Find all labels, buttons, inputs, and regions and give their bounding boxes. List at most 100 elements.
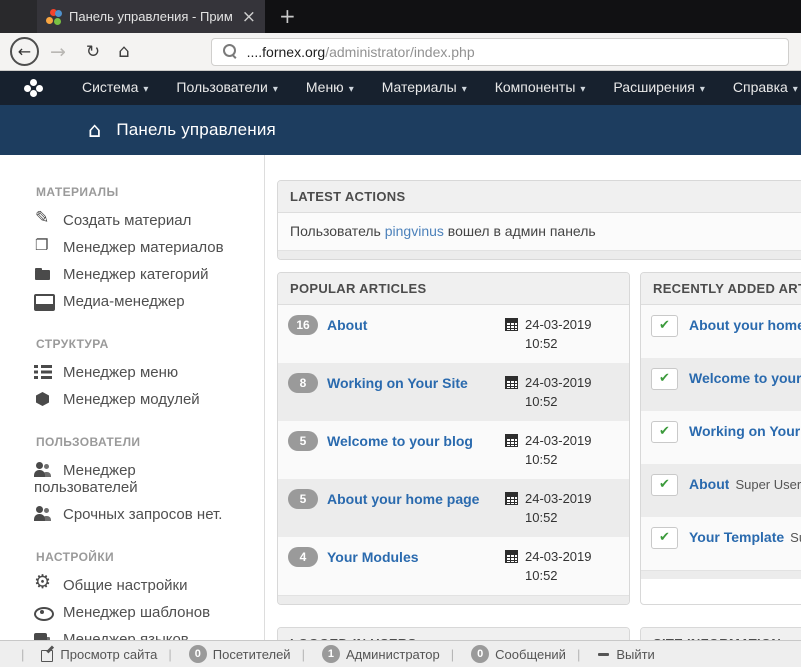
article-link[interactable]: Working on Your Site	[689, 421, 801, 442]
caret-down-icon: ▾	[462, 84, 467, 95]
url-host: ....fornex.org	[247, 44, 326, 60]
page-title: Панель управления	[116, 120, 276, 140]
article-link[interactable]: About	[689, 474, 729, 495]
nav-menu-item[interactable]: Система ▾	[68, 70, 162, 107]
status-item[interactable]: 1 Администратор	[291, 645, 440, 663]
image-icon	[34, 293, 54, 309]
back-button[interactable]: ←	[10, 37, 39, 66]
url-bar[interactable]: ....fornex.org/administrator/index.php	[211, 38, 789, 66]
sidebar-item-label: Медиа-менеджер	[63, 293, 185, 310]
users-icon	[34, 462, 54, 478]
sidebar-section-users: ПОЛЬЗОВАТЕЛИ Менеджер пользователей Сроч…	[0, 435, 264, 528]
nav-menu-item[interactable]: Пользователи▾	[162, 70, 291, 107]
article-date: 24-03-201910:52	[505, 315, 619, 353]
status-item[interactable]: Просмотр сайта	[10, 647, 157, 662]
article-row: ✔ About your home page	[641, 305, 801, 358]
sidebar-item[interactable]: Медиа-менеджер	[0, 288, 264, 315]
sidebar-item[interactable]: Менеджер шаблонов	[0, 599, 264, 626]
article-link[interactable]: About	[327, 315, 367, 336]
home-button[interactable]: ⌂	[118, 41, 129, 62]
count-badge: 0	[189, 645, 207, 663]
tab-close-icon[interactable]: ×	[242, 9, 256, 25]
eye-icon	[34, 604, 54, 620]
caret-down-icon: ▾	[273, 84, 278, 95]
admin-sidebar: МАТЕРИАЛЫ Создать материал Менеджер мате…	[0, 155, 265, 640]
url-path: /administrator/index.php	[325, 44, 474, 60]
tab-title: Панель управления - Прим	[69, 9, 235, 24]
publish-check-button[interactable]: ✔	[651, 474, 678, 496]
time-text: 10:52	[525, 566, 592, 585]
publish-check-button[interactable]: ✔	[651, 315, 678, 337]
article-link[interactable]: Your Modules	[327, 547, 419, 568]
nav-item-label: Меню	[306, 79, 344, 95]
sidebar-section-title: СТРУКТУРА	[36, 337, 264, 351]
publish-check-button[interactable]: ✔	[651, 421, 678, 443]
article-link[interactable]: Welcome to your blog	[689, 368, 801, 389]
status-label: Посетителей	[213, 647, 291, 662]
user-link[interactable]: pingvinus	[385, 223, 444, 239]
nav-menu-item[interactable]: Расширения▾	[599, 70, 718, 107]
hits-badge: 5	[288, 431, 318, 451]
folder-icon	[34, 266, 54, 282]
panel-title: SITE INFORMATION	[641, 628, 801, 640]
nav-item-label: Система	[82, 79, 138, 95]
content-area: МАТЕРИАЛЫ Создать материал Менеджер мате…	[0, 155, 801, 640]
site-information-panel: SITE INFORMATION	[640, 627, 801, 640]
article-link[interactable]: About your home page	[327, 489, 479, 510]
copy-icon	[34, 239, 54, 255]
calendar-icon	[505, 376, 518, 389]
popular-articles-panel: POPULAR ARTICLES 16 About 24-03-201910:5…	[277, 272, 630, 605]
sidebar-item[interactable]: Менеджер языков	[0, 626, 264, 640]
latest-action-row: Пользователь pingvinus вошел в админ пан…	[278, 213, 801, 250]
panel-footer-strip	[278, 250, 801, 259]
sidebar-item-label: Срочных запросов нет.	[63, 506, 222, 523]
caret-down-icon: ▾	[143, 84, 148, 95]
panel-title: RECENTLY ADDED ARTICLES	[641, 273, 801, 305]
list-icon	[34, 364, 54, 380]
status-item[interactable]: 0 Сообщений	[440, 645, 566, 663]
sidebar-item[interactable]: Менеджер меню	[0, 359, 264, 386]
panel-footer-strip	[641, 570, 801, 579]
sidebar-item[interactable]: Общие настройки	[0, 572, 264, 599]
caret-down-icon: ▾	[580, 84, 585, 95]
joomla-logo-icon	[24, 79, 44, 97]
nav-menu-item[interactable]: Меню ▾	[292, 70, 368, 107]
date-text: 24-03-2019	[525, 373, 592, 392]
sidebar-item[interactable]: Срочных запросов нет.	[0, 501, 264, 528]
article-row: 4 Your Modules 24-03-201910:52	[278, 537, 629, 595]
dashboard-main: LATEST ACTIONS Пользователь pingvinus во…	[265, 155, 801, 640]
reload-button[interactable]: ↻	[86, 42, 100, 62]
users-icon	[34, 506, 54, 522]
article-link[interactable]: Welcome to your blog	[327, 431, 473, 452]
gear-icon	[34, 577, 54, 593]
article-link[interactable]: Your Template	[689, 527, 784, 548]
sidebar-item[interactable]: Менеджер категорий	[0, 261, 264, 288]
nav-menu-item[interactable]: Материалы▾	[368, 70, 481, 107]
caret-down-icon: ▾	[349, 84, 354, 95]
status-item[interactable]: 0 Посетителей	[157, 645, 290, 663]
article-link[interactable]: Working on Your Site	[327, 373, 468, 394]
sidebar-item[interactable]: Менеджер модулей	[0, 386, 264, 413]
article-date: 24-03-201910:52	[505, 373, 619, 411]
caret-down-icon: ▾	[793, 84, 798, 95]
article-date: 24-03-201910:52	[505, 489, 619, 527]
sidebar-section-title: МАТЕРИАЛЫ	[36, 185, 264, 199]
page-header: ⌂ Панель управления	[0, 105, 801, 155]
article-author: Super User	[790, 527, 801, 549]
sidebar-item[interactable]: Менеджер пользователей	[0, 457, 264, 501]
article-link[interactable]: About your home page	[689, 315, 801, 336]
nav-menu-item[interactable]: Справка▾	[719, 70, 801, 107]
nav-item-label: Расширения	[613, 79, 694, 95]
calendar-icon	[505, 492, 518, 505]
sidebar-item[interactable]: Менеджер материалов	[0, 234, 264, 261]
nav-menu-item[interactable]: Компоненты▾	[481, 70, 600, 107]
sidebar-item[interactable]: Создать материал	[0, 207, 264, 234]
browser-tab[interactable]: Панель управления - Прим ×	[37, 0, 265, 33]
check-icon: ✔	[659, 424, 670, 439]
new-tab-button[interactable]: +	[265, 0, 310, 33]
sidebar-item-label: Менеджер меню	[63, 364, 178, 381]
publish-check-button[interactable]: ✔	[651, 368, 678, 390]
search-icon	[223, 44, 238, 59]
publish-check-button[interactable]: ✔	[651, 527, 678, 549]
status-item[interactable]: Выйти	[566, 647, 655, 662]
